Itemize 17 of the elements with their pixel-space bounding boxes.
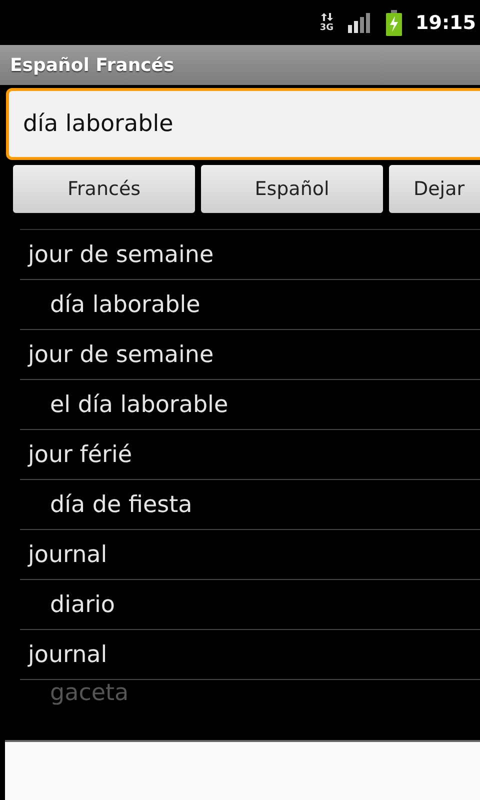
french-term[interactable]: jour de semaine bbox=[28, 342, 214, 368]
signal-icon bbox=[348, 12, 372, 32]
spanish-translation[interactable]: el día laborable bbox=[50, 392, 228, 418]
search-field[interactable]: día laborable bbox=[6, 88, 480, 160]
window-title: Español Francés bbox=[10, 54, 174, 76]
french-term[interactable]: journal bbox=[28, 642, 108, 668]
language-button[interactable]: Dejar bbox=[389, 165, 480, 213]
language-button[interactable]: Español bbox=[201, 165, 383, 213]
spanish-translation[interactable]: día de fiesta bbox=[50, 492, 192, 518]
battery-charging-icon bbox=[386, 10, 402, 36]
spanish-translation[interactable]: día laborable bbox=[50, 292, 200, 318]
spanish-translation[interactable]: diario bbox=[50, 592, 116, 618]
language-button[interactable]: Francés bbox=[13, 165, 195, 213]
clock-time: 19:15 bbox=[416, 12, 476, 34]
french-term[interactable]: jour de semaine bbox=[28, 242, 214, 268]
french-term[interactable]: journal bbox=[28, 542, 108, 568]
french-term[interactable]: jour férié bbox=[28, 442, 132, 468]
